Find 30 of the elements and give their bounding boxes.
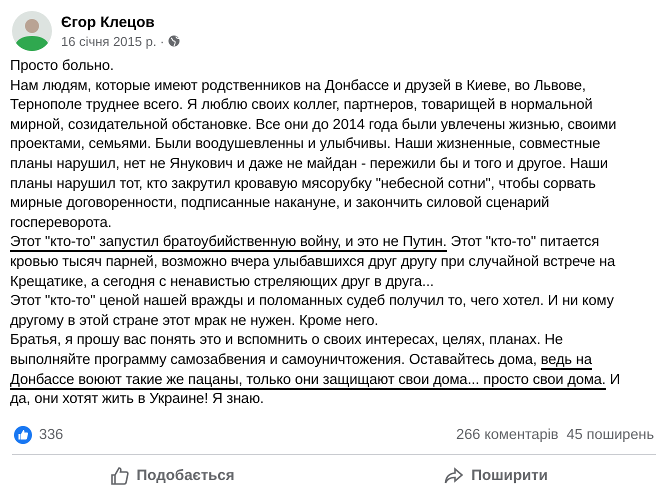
post-text-line: проектами, семьями. Были воодушевленны и улыбчивы. Наши жизненные, совместные — [10, 135, 602, 154]
post-text-line: да, они хотят жить в Украине! Я знаю. — [10, 390, 265, 410]
post-text-line: другому в этой стране этот мрак не нужен. Кроме него. — [10, 312, 380, 331]
post-text-line: Этот "кто-то" запустил братоубийственную войну, и это не Путин. Этот "кто-то" питается — [10, 233, 600, 253]
post-text-line: Нам людям, которые имеют родственников на Донбассе и друзей в Киеве, во Львове, — [10, 76, 587, 96]
post-text-line: планы нарушил тот, кто закрутил кровавую мясорубку "небесной сотни", чтобы сорвать — [10, 174, 597, 194]
post-text-line: Донбассе воюют такие же пацаны, только они защищают свои дома... просто свои дома. И — [10, 370, 622, 390]
post-text-line: госпереворота. — [10, 214, 113, 233]
avatar[interactable] — [12, 11, 52, 51]
share-count[interactable]: 45 поширень — [566, 426, 654, 443]
share-button[interactable]: Поширити — [334, 458, 658, 489]
post-date[interactable]: 16 січня 2015 р. · — [61, 34, 164, 48]
like-button[interactable]: Подобається — [10, 458, 334, 489]
reaction-count[interactable]: 336 — [39, 426, 64, 443]
thumbs-up-icon — [110, 466, 130, 486]
post-text-line: Крещатике, а сегодня с ненавистью стреляющих друг в друга... — [10, 272, 435, 292]
globe-icon — [168, 35, 180, 47]
post-text-line: мирные договоренности, подписанные накануне, и закончить силовой сценарий — [10, 194, 550, 214]
author-name[interactable]: Єгор Клецов — [61, 14, 180, 30]
post-text-line: Тернополе труднее всего. Я люблю своих коллег, партнеров, товарищей в нормальной — [10, 96, 594, 116]
post-text-line: Этот "кто-то" ценой нашей вражды и поломанных судеб получил то, чего хотел. И ни кому — [10, 292, 615, 312]
comment-count[interactable]: 266 коментарів — [456, 426, 558, 443]
like-reaction-icon[interactable] — [14, 426, 32, 444]
post-text-line: Просто больно. — [10, 57, 115, 76]
share-arrow-icon — [444, 466, 464, 485]
post-text-line: кровью тысяч парней, возможно вчера улыбавшихся друг другу при случайной встрече на — [10, 252, 616, 272]
post-text-line: мирной, созидательной обстановке. Все они до 2014 года были увлечены жизнью, своими — [10, 116, 618, 135]
post-text-line: Братья, я прошу вас понять это и вспомнить о своих интересах, целях, планах. Не — [10, 331, 564, 350]
post-text-line: выполняйте программу самозабвения и самоуничтожения. Оставайтесь дома, ведь на — [10, 350, 593, 370]
post-text-line: планы нарушил, нет не Янукович и даже не майдан - пережили бы и того и другое. Наши — [10, 154, 609, 174]
